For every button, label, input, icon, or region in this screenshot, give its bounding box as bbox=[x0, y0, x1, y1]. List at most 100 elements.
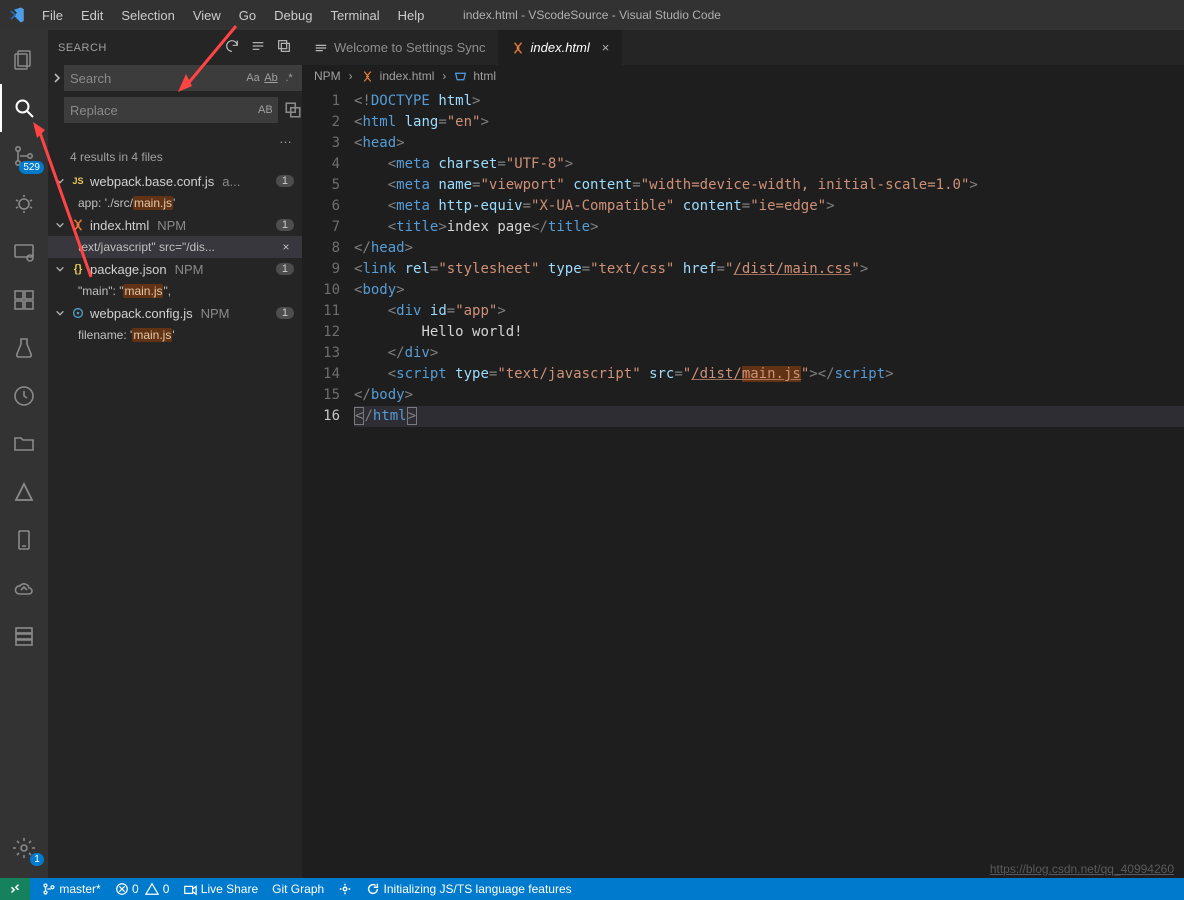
search-match[interactable]: text/javascript" src="/dis...× bbox=[48, 236, 302, 258]
file-name: webpack.base.conf.js bbox=[90, 174, 214, 189]
js-icon: JS bbox=[70, 176, 86, 186]
activity-bar: 529 1 bbox=[0, 30, 48, 878]
initializing[interactable]: Initializing JS/TS language features bbox=[366, 882, 571, 897]
code-body[interactable]: <!DOCTYPE html><html lang="en"><head> <m… bbox=[354, 87, 1184, 878]
breadcrumb[interactable]: NPM › index.html › html bbox=[302, 65, 1184, 87]
tab-index-html[interactable]: index.html× bbox=[499, 30, 623, 65]
tab-bar: Welcome to Settings Syncindex.html× bbox=[302, 30, 1184, 65]
search-match[interactable]: app: './src/main.js' bbox=[48, 192, 302, 214]
match-count: 1 bbox=[276, 263, 294, 275]
replace-input[interactable] bbox=[70, 103, 258, 118]
server-icon[interactable] bbox=[0, 612, 48, 660]
search-field[interactable]: Aa Ab .* bbox=[64, 65, 302, 91]
chevron-down-icon[interactable] bbox=[54, 220, 66, 230]
menu-help[interactable]: Help bbox=[390, 4, 433, 27]
file-name: index.html bbox=[90, 218, 149, 233]
breadcrumb-symbol[interactable]: html bbox=[473, 69, 496, 83]
menu-terminal[interactable]: Terminal bbox=[322, 4, 387, 27]
git-branch[interactable]: master* bbox=[42, 882, 101, 897]
file-path: NPM bbox=[175, 262, 272, 277]
settings-gear-icon[interactable]: 1 bbox=[0, 824, 48, 872]
preserve-case-icon[interactable]: AB bbox=[258, 104, 272, 116]
vscode-logo-icon bbox=[8, 6, 26, 24]
html-file-icon bbox=[361, 69, 374, 83]
prettier-status[interactable] bbox=[338, 882, 352, 897]
chevron-down-icon[interactable] bbox=[54, 264, 66, 274]
match-count: 1 bbox=[276, 175, 294, 187]
line-gutter: 12345678910111213141516 bbox=[302, 87, 354, 878]
match-count: 1 bbox=[276, 307, 294, 319]
json-icon: {} bbox=[70, 263, 86, 275]
search-results: JS webpack.base.conf.js a... 1 app: './src/m… bbox=[48, 170, 302, 878]
test-icon[interactable] bbox=[0, 324, 48, 372]
search-input[interactable] bbox=[70, 71, 246, 86]
window-title: index.html - VScodeSource - Visual Studi… bbox=[463, 8, 721, 22]
code-editor[interactable]: 12345678910111213141516 <!DOCTYPE html><… bbox=[302, 87, 1184, 878]
menu-view[interactable]: View bbox=[185, 4, 229, 27]
html-icon bbox=[511, 41, 525, 55]
live-share[interactable]: Live Share bbox=[183, 882, 258, 897]
remote-explorer-icon[interactable] bbox=[0, 228, 48, 276]
match-text: app: './src/main.js' bbox=[78, 196, 294, 210]
dismiss-icon[interactable]: × bbox=[278, 240, 294, 254]
settings-icon bbox=[314, 41, 328, 55]
scm-badge: 529 bbox=[19, 161, 44, 174]
close-icon[interactable]: × bbox=[602, 40, 610, 55]
titlebar: FileEditSelectionViewGoDebugTerminalHelp… bbox=[0, 0, 1184, 30]
azure-icon[interactable] bbox=[0, 468, 48, 516]
refresh-icon[interactable] bbox=[224, 38, 240, 57]
cloud-icon[interactable] bbox=[0, 564, 48, 612]
match-case-icon[interactable]: Aa bbox=[246, 72, 260, 84]
clear-icon[interactable] bbox=[250, 38, 266, 57]
whole-word-icon[interactable]: Ab bbox=[264, 72, 278, 84]
html-icon bbox=[70, 218, 86, 232]
menu-edit[interactable]: Edit bbox=[73, 4, 111, 27]
settings-badge: 1 bbox=[30, 853, 44, 866]
git-graph[interactable]: Git Graph bbox=[272, 882, 324, 896]
search-result-file[interactable]: {}package.jsonNPM1 bbox=[48, 258, 302, 280]
menu-selection[interactable]: Selection bbox=[113, 4, 182, 27]
toggle-replace-icon[interactable] bbox=[52, 73, 64, 85]
device-icon[interactable] bbox=[0, 516, 48, 564]
folder-icon[interactable] bbox=[0, 420, 48, 468]
timeline-icon[interactable] bbox=[0, 372, 48, 420]
problems[interactable]: 0 0 bbox=[115, 882, 170, 897]
match-text: text/javascript" src="/dis... bbox=[78, 240, 278, 254]
remote-indicator[interactable] bbox=[0, 878, 30, 900]
file-path: a... bbox=[222, 174, 272, 189]
search-icon[interactable] bbox=[0, 84, 48, 132]
file-name: webpack.config.js bbox=[90, 306, 193, 321]
collapse-all-icon[interactable] bbox=[276, 38, 292, 57]
menu-debug[interactable]: Debug bbox=[266, 4, 320, 27]
search-match[interactable]: filename: 'main.js' bbox=[48, 324, 302, 346]
file-path: NPM bbox=[157, 218, 272, 233]
search-panel: SEARCH Aa Ab .* bbox=[48, 30, 302, 878]
replace-field[interactable]: AB bbox=[64, 97, 278, 123]
menu-file[interactable]: File bbox=[34, 4, 71, 27]
chevron-down-icon[interactable] bbox=[54, 308, 66, 318]
search-title: SEARCH bbox=[58, 42, 107, 54]
chevron-right-icon: › bbox=[349, 69, 353, 83]
file-path: NPM bbox=[201, 306, 272, 321]
search-panel-header: SEARCH bbox=[48, 30, 302, 65]
extensions-icon[interactable] bbox=[0, 276, 48, 324]
breadcrumb-file[interactable]: index.html bbox=[380, 69, 435, 83]
debug-icon[interactable] bbox=[0, 180, 48, 228]
match-count: 1 bbox=[276, 219, 294, 231]
search-result-file[interactable]: webpack.config.js NPM 1 bbox=[48, 302, 302, 324]
search-match[interactable]: "main": "main.js", bbox=[48, 280, 302, 302]
regex-icon[interactable]: .* bbox=[282, 72, 296, 84]
search-result-file[interactable]: JS webpack.base.conf.js a... 1 bbox=[48, 170, 302, 192]
tab-welcome-to-settings-sync[interactable]: Welcome to Settings Sync bbox=[302, 30, 499, 65]
main-area: 529 1 SEARCH bbox=[0, 30, 1184, 878]
source-control-icon[interactable]: 529 bbox=[0, 132, 48, 180]
breadcrumb-root[interactable]: NPM bbox=[314, 69, 341, 83]
replace-all-icon[interactable] bbox=[284, 101, 302, 119]
explorer-icon[interactable] bbox=[0, 36, 48, 84]
match-text: "main": "main.js", bbox=[78, 284, 294, 298]
results-summary: 4 results in 4 files bbox=[48, 146, 302, 170]
toggle-search-details-icon[interactable]: … bbox=[279, 131, 294, 146]
search-result-file[interactable]: index.html NPM 1 bbox=[48, 214, 302, 236]
chevron-down-icon[interactable] bbox=[54, 176, 66, 186]
menu-go[interactable]: Go bbox=[231, 4, 264, 27]
